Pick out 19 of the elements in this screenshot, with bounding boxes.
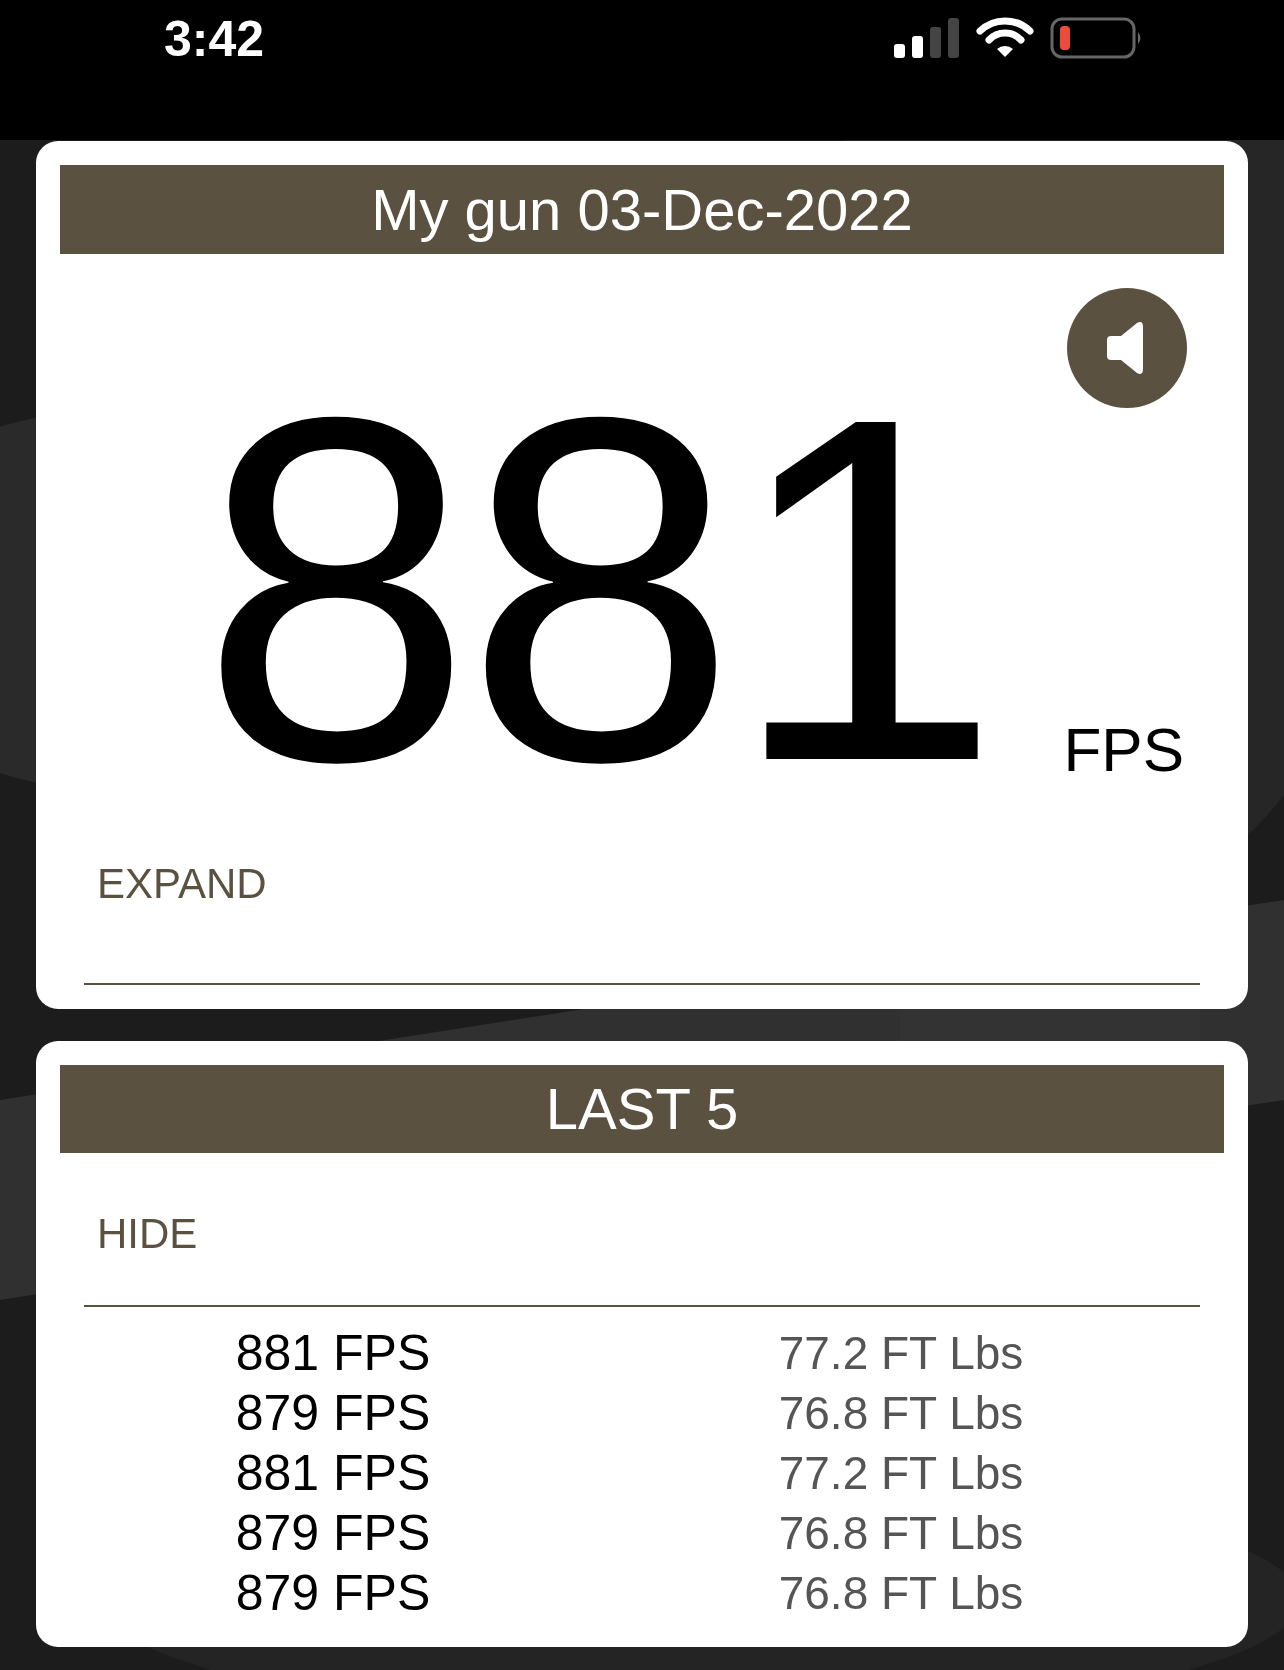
status-time: 3:42 — [164, 10, 265, 68]
speed-value: 881 FPS — [235, 1444, 431, 1503]
card-title: LAST 5 — [60, 1065, 1224, 1153]
energy-value: 76.8 FT Lbs — [778, 1566, 1024, 1621]
energy-value: 77.2 FT Lbs — [778, 1446, 1024, 1501]
energy-value: 76.8 FT Lbs — [778, 1386, 1024, 1441]
card-title: My gun 03-Dec-2022 — [60, 165, 1224, 254]
energy-value: 76.8 FT Lbs — [778, 1506, 1024, 1561]
signal-icon — [894, 18, 960, 58]
hide-link[interactable]: HIDE — [97, 1209, 1224, 1258]
speed-value: 881 FPS — [235, 1324, 431, 1383]
unit-label: FPS — [1063, 714, 1184, 785]
wifi-icon — [976, 17, 1034, 59]
speed-value: 879 FPS — [235, 1504, 431, 1563]
speed-reading: 881 — [200, 344, 994, 814]
energy-value: 77.2 FT Lbs — [778, 1326, 1024, 1381]
speed-value: 879 FPS — [235, 1384, 431, 1443]
expand-link[interactable]: EXPAND — [97, 860, 1224, 908]
speed-value: 879 FPS — [235, 1564, 431, 1623]
